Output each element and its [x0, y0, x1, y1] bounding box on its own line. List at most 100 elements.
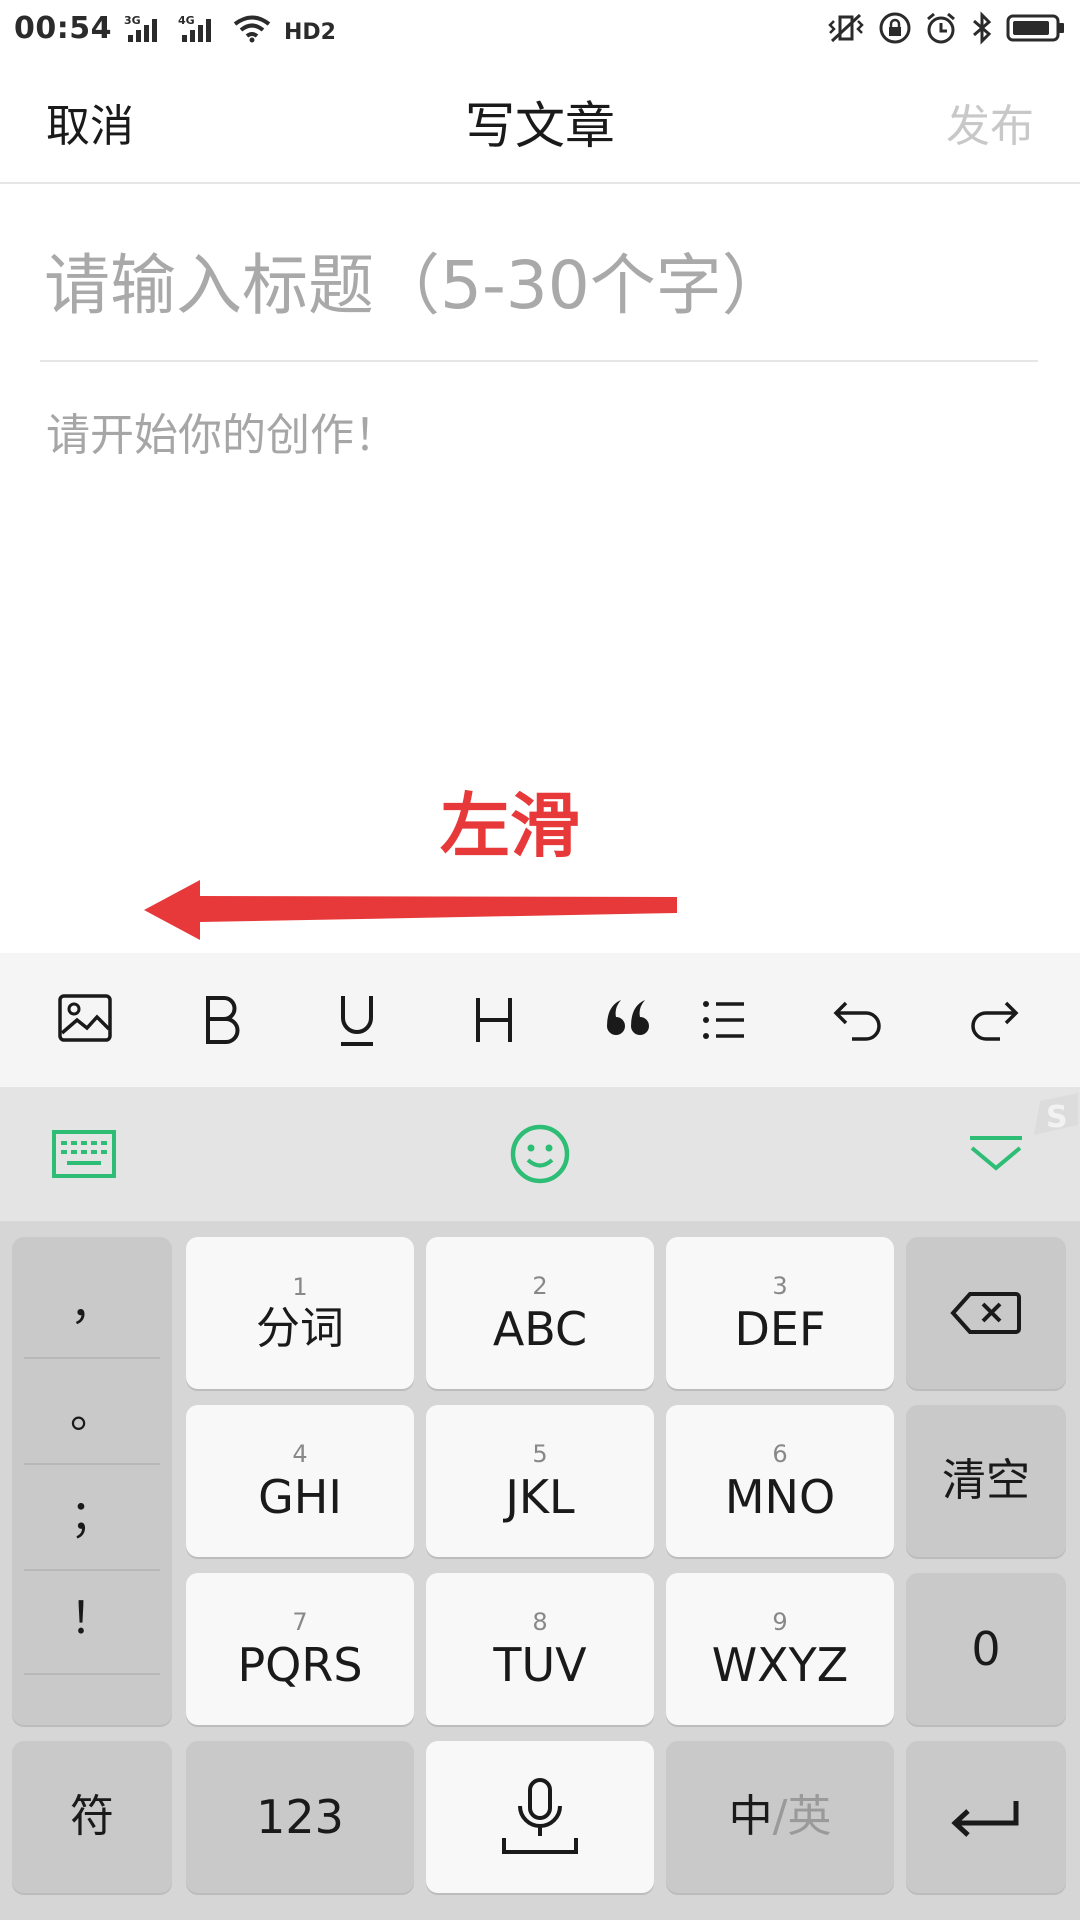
battery-icon [1006, 13, 1066, 43]
undo-icon [833, 1001, 881, 1041]
write-article-screen: 00:54 3G 4G HD2 取消 写文章 发布 请输入标题（5-30个字） … [0, 0, 1080, 1920]
undo-button[interactable] [804, 953, 914, 1087]
key-number: 5 [532, 1440, 548, 1468]
header-bar: 取消 写文章 发布 [0, 62, 1080, 184]
emoji-button[interactable] [480, 1087, 600, 1221]
key-number: 6 [772, 1440, 788, 1468]
key-label: MNO [724, 1470, 836, 1524]
key-6-mno[interactable]: 6 MNO [666, 1405, 894, 1557]
bluetooth-icon [970, 11, 994, 45]
status-bar-right [826, 11, 1066, 45]
punctuation-column: ， 。 ； ！ [12, 1237, 172, 1725]
hd-label: HD2 [284, 20, 336, 43]
key-label: GHI [258, 1470, 342, 1524]
cancel-button[interactable]: 取消 [0, 90, 134, 154]
backspace-key[interactable] [906, 1237, 1066, 1389]
key-number: 8 [532, 1608, 548, 1636]
key-2-abc[interactable]: 2 ABC [426, 1237, 654, 1389]
quote-button[interactable] [574, 953, 684, 1087]
vibrate-icon [826, 11, 866, 45]
key-label: DEF [734, 1302, 826, 1356]
keyboard-icon [52, 1130, 116, 1178]
svg-text:S: S [1046, 1100, 1068, 1135]
publish-button[interactable]: 发布 [946, 90, 1080, 154]
wifi-icon [232, 13, 272, 43]
bold-icon [206, 996, 240, 1044]
voice-input-key[interactable] [426, 1741, 654, 1893]
key-number: 7 [292, 1608, 308, 1636]
rotation-lock-icon [878, 11, 912, 45]
key-label: TUV [493, 1638, 587, 1692]
language-switch-key[interactable]: 中/英 [666, 1741, 894, 1893]
ime-logo-watermark-icon: S [1020, 1087, 1080, 1147]
punct-semicolon-key[interactable]: ； [12, 1459, 172, 1565]
key-number: 2 [532, 1272, 548, 1300]
article-body-input[interactable] [40, 405, 1038, 705]
divider [24, 1673, 160, 1675]
key-1-segment[interactable]: 1 分词 [186, 1237, 414, 1389]
signal-4g-icon: 4G [178, 13, 220, 43]
key-number: 9 [772, 1608, 788, 1636]
key-label: 分词 [256, 1303, 344, 1354]
key-label: ABC [492, 1302, 588, 1356]
key-3-def[interactable]: 3 DEF [666, 1237, 894, 1389]
status-bar: 00:54 3G 4G HD2 [0, 0, 1080, 56]
keyboard-switch-button[interactable] [24, 1087, 144, 1221]
key-number: 4 [292, 1440, 308, 1468]
alarm-icon [924, 11, 958, 45]
symbols-key[interactable]: 符 [12, 1741, 172, 1893]
hd-voice-icon: HD2 [284, 13, 336, 43]
key-4-ghi[interactable]: 4 GHI [186, 1405, 414, 1557]
microphone-icon [502, 1778, 578, 1854]
list-icon [703, 1001, 744, 1039]
key-label: 清空 [942, 1455, 1030, 1506]
underline-icon [341, 996, 373, 1046]
enter-key[interactable] [906, 1741, 1066, 1893]
insert-image-button[interactable] [30, 953, 140, 1087]
clock: 00:54 [14, 10, 112, 46]
swipe-left-annotation: 左滑 [440, 785, 580, 867]
enter-icon [951, 1801, 1019, 1837]
key-number: 3 [772, 1272, 788, 1300]
bold-button[interactable] [167, 953, 277, 1087]
heading-icon [476, 998, 512, 1042]
page-title: 写文章 [465, 97, 615, 155]
key-5-jkl[interactable]: 5 JKL [426, 1405, 654, 1557]
list-button[interactable] [700, 953, 772, 1087]
article-title-input[interactable] [40, 222, 1038, 362]
image-icon [57, 993, 113, 1047]
key-number: 1 [292, 1273, 308, 1301]
backspace-icon [950, 1292, 1021, 1334]
punct-period-key[interactable]: 。 [12, 1355, 172, 1461]
punct-comma-key[interactable]: ， [12, 1247, 172, 1353]
net-3g-label: 3G [124, 14, 141, 27]
lang-separator: / [772, 1791, 788, 1842]
redo-icon [971, 1001, 1019, 1041]
heading-button[interactable] [439, 953, 549, 1087]
key-label: PQRS [237, 1638, 363, 1692]
numbers-key[interactable]: 123 [186, 1741, 414, 1893]
signal-3g-icon: 3G [124, 13, 166, 43]
format-toolbar [0, 953, 1080, 1087]
ime-keyboard: S ， 。 ； ！ 1 分词 2 ABC 3 DEF 4 GHI 5 JKL 6… [0, 1087, 1080, 1920]
net-4g-label: 4G [178, 14, 195, 27]
redo-button[interactable] [938, 953, 1048, 1087]
lang-chinese-label: 中 [728, 1791, 773, 1842]
underline-button[interactable] [302, 953, 412, 1087]
punct-exclamation-key[interactable]: ！ [12, 1561, 172, 1667]
clear-key[interactable]: 清空 [906, 1405, 1066, 1557]
key-0[interactable]: 0 [906, 1573, 1066, 1725]
key-label: 123 [256, 1790, 344, 1844]
key-7-pqrs[interactable]: 7 PQRS [186, 1573, 414, 1725]
status-bar-left: 00:54 3G 4G HD2 [14, 11, 336, 46]
collapse-keyboard-icon [970, 1136, 1022, 1171]
emoji-icon [510, 1124, 570, 1184]
key-label: WXYZ [711, 1638, 849, 1692]
quote-icon [607, 1000, 649, 1035]
page-title-wrap: 写文章 [0, 86, 1080, 158]
key-label: 中/英 [729, 1795, 832, 1839]
lang-english-label: 英 [787, 1791, 832, 1842]
key-8-tuv[interactable]: 8 TUV [426, 1573, 654, 1725]
key-9-wxyz[interactable]: 9 WXYZ [666, 1573, 894, 1725]
keyboard-top-bar: S [0, 1087, 1080, 1221]
